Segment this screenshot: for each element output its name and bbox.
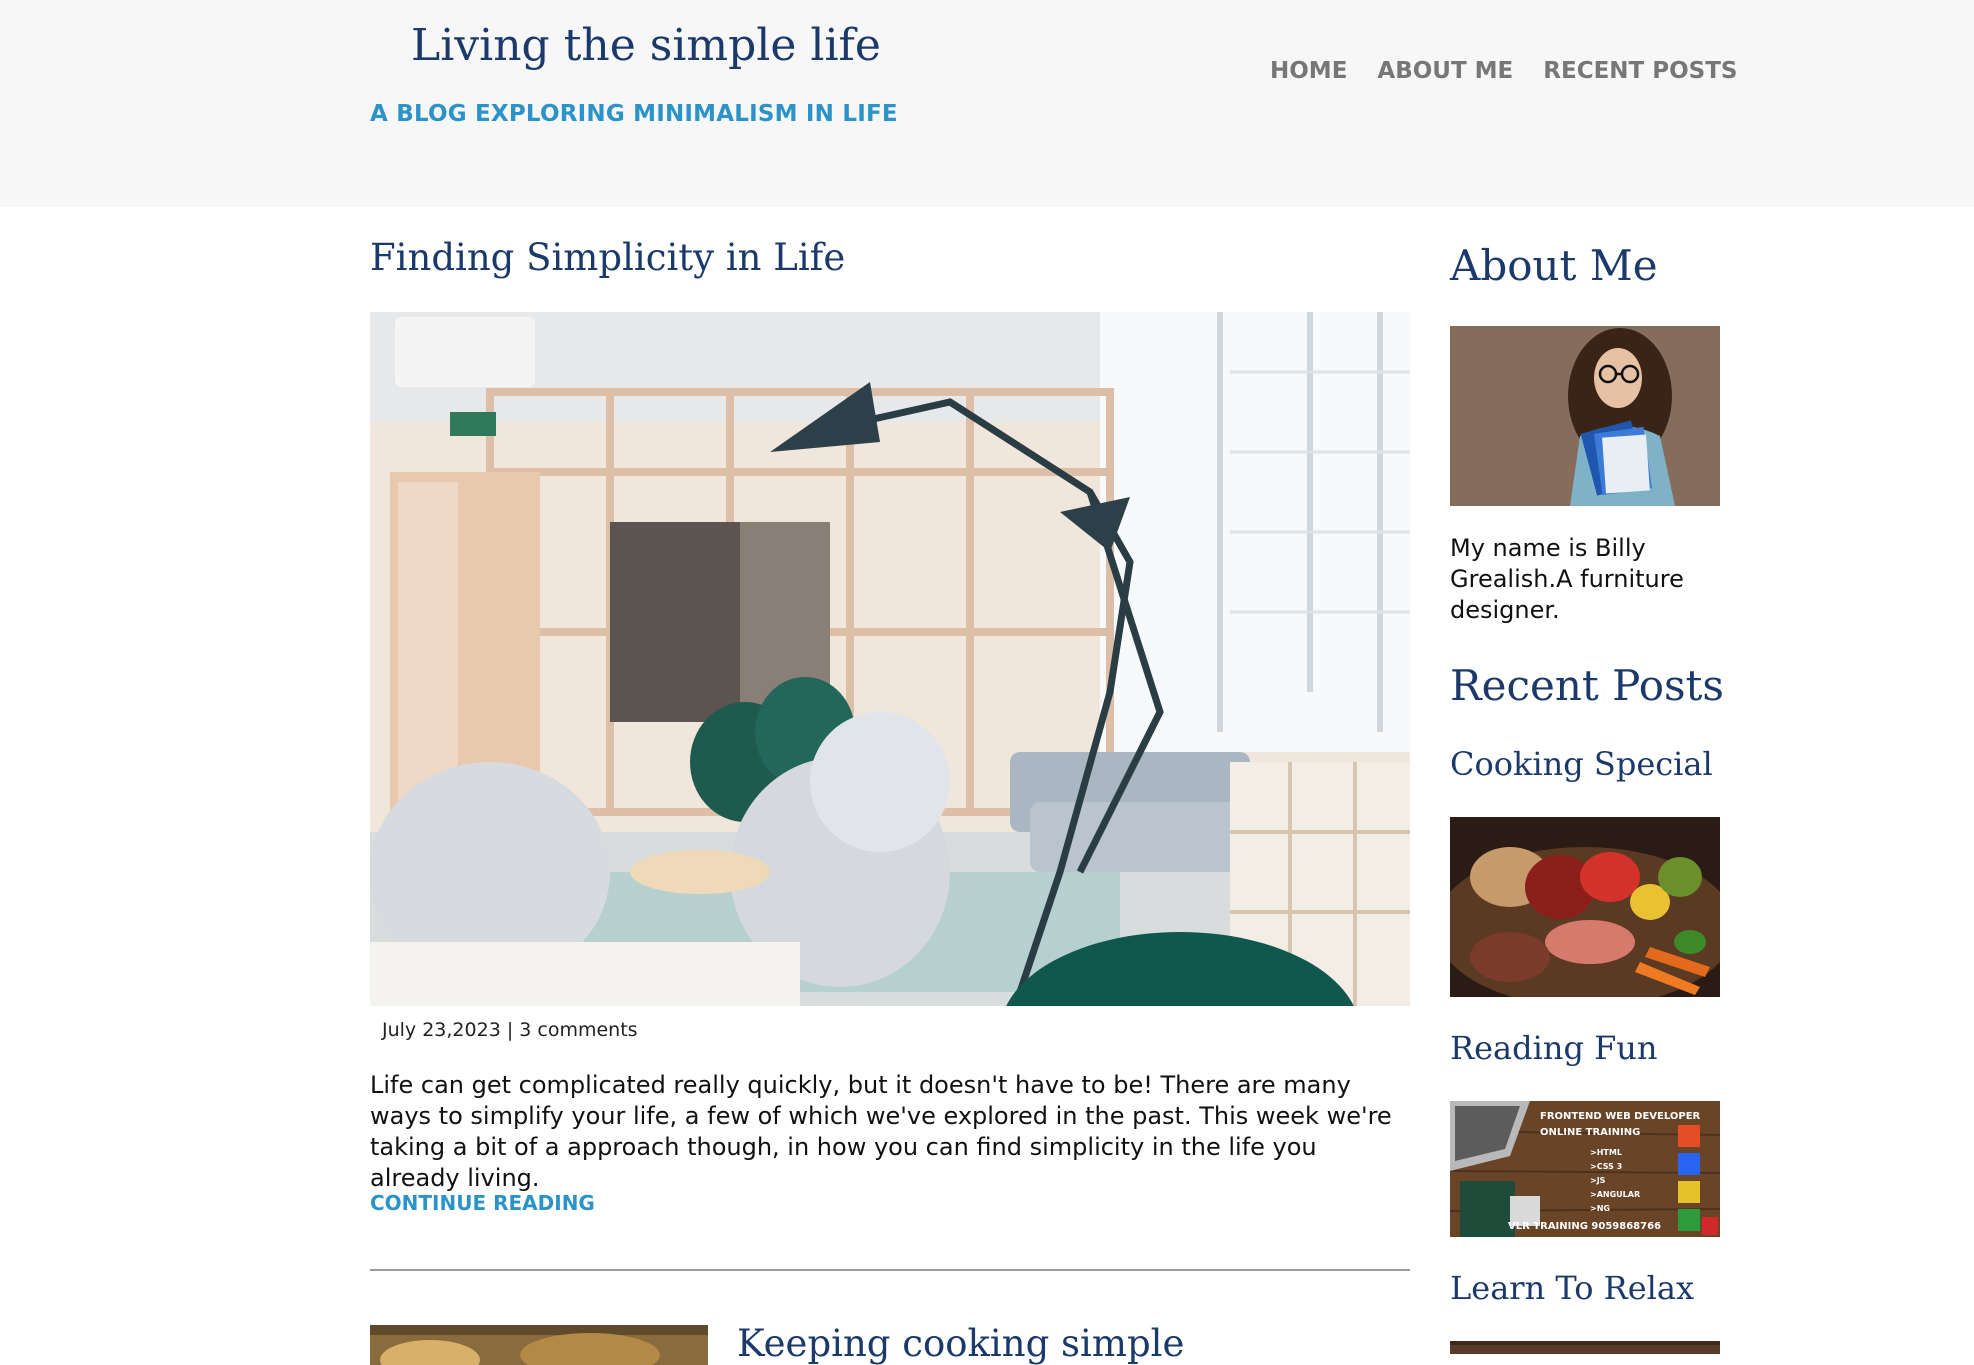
recent-posts-heading: Recent Posts (1450, 661, 1724, 710)
banner-line-6: >ANGULAR (1590, 1190, 1640, 1199)
recent-post-title-learn-to-relax[interactable]: Learn To Relax (1450, 1269, 1694, 1307)
banner-line-4: >CSS 3 (1590, 1162, 1622, 1171)
site-title[interactable]: Living the simple life (411, 20, 881, 71)
recent-post-title-cooking-special[interactable]: Cooking Special (1450, 745, 1713, 783)
post-title[interactable]: Finding Simplicity in Life (370, 236, 845, 279)
recent-post-thumbnail-reading-fun[interactable]: FRONTEND WEB DEVELOPER ONLINE TRAINING >… (1450, 1101, 1720, 1237)
banner-line-2: ONLINE TRAINING (1540, 1127, 1640, 1138)
recent-post-thumbnail-cooking-special[interactable] (1450, 817, 1720, 997)
main-nav: HOME ABOUT ME RECENT POSTS (1270, 58, 1737, 84)
banner-line-1: FRONTEND WEB DEVELOPER (1540, 1111, 1701, 1122)
about-heading: About Me (1450, 241, 1658, 290)
about-text: My name is Billy Grealish.A furniture de… (1450, 534, 1684, 624)
banner-line-3: >HTML (1590, 1148, 1622, 1157)
post-excerpt: Life can get complicated really quickly,… (370, 1071, 1392, 1192)
next-post-thumbnail[interactable] (370, 1325, 708, 1365)
banner-line-5: >JS (1590, 1176, 1606, 1185)
nav-about-me[interactable]: ABOUT ME (1377, 58, 1513, 84)
recent-post-thumbnail-learn-to-relax[interactable] (1450, 1341, 1720, 1354)
author-photo (1450, 326, 1720, 506)
post-meta: July 23,2023 | 3 comments (382, 1019, 638, 1041)
continue-reading-link[interactable]: CONTINUE READING (370, 1191, 595, 1215)
site-header: Living the simple life A BLOG EXPLORING … (0, 0, 1974, 207)
recent-post-title-reading-fun[interactable]: Reading Fun (1450, 1029, 1658, 1067)
site-tagline: A BLOG EXPLORING MINIMALISM IN LIFE (370, 101, 898, 127)
nav-recent-posts[interactable]: RECENT POSTS (1543, 58, 1737, 84)
banner-line-8: VLR TRAINING 9059868766 (1508, 1221, 1661, 1232)
banner-line-7: >NG (1590, 1204, 1610, 1213)
post-divider (370, 1269, 1410, 1271)
next-post-title[interactable]: Keeping cooking simple (737, 1322, 1184, 1365)
post-image (370, 312, 1410, 1006)
nav-home[interactable]: HOME (1270, 58, 1347, 84)
